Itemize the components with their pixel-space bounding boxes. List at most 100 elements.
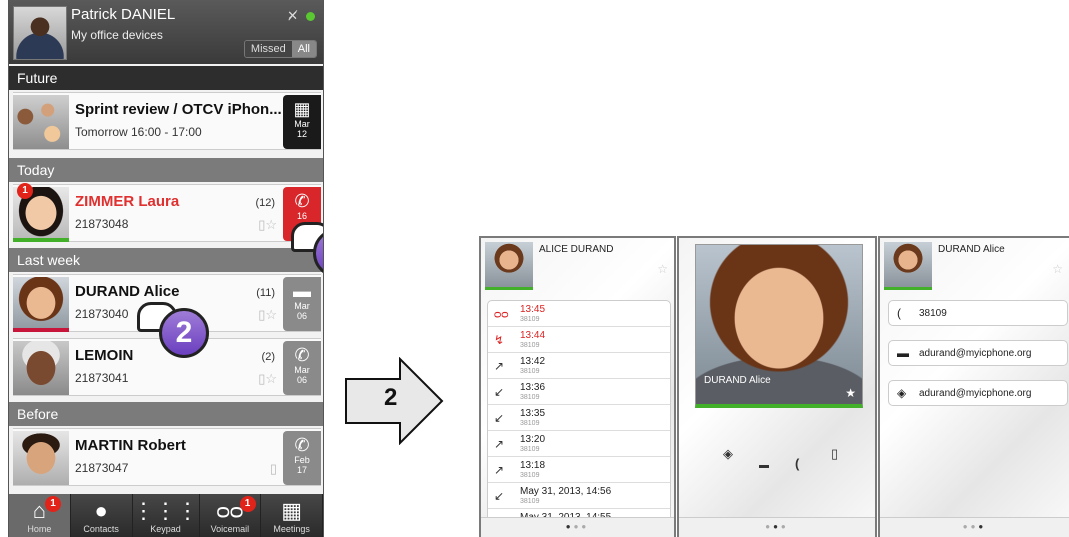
voicemail-badge: 1 (239, 496, 256, 512)
call-button[interactable]: ✆ Feb 17 (283, 431, 321, 485)
chat-icon: ▬ (293, 281, 311, 301)
page-indicator[interactable]: ●●● (880, 522, 1069, 531)
outgoing-call-icon: ✆ (294, 435, 310, 455)
user-name: Patrick DANIEL (71, 6, 176, 23)
keypad-icon: ⋮⋮⋮ (132, 498, 199, 523)
mute-icon[interactable]: ✕̸ (287, 8, 298, 24)
outgoing-call-icon: ↗ (494, 437, 505, 451)
contact-name: DURAND Alice (704, 375, 771, 386)
contact-photo (485, 242, 533, 290)
contact-name: DURAND Alice (938, 244, 1005, 255)
incoming-call-icon: ↙ (494, 385, 505, 399)
home-badge: 1 (45, 496, 61, 512)
list-item[interactable]: ↙ 13:35 38109 (488, 405, 670, 431)
filter-missed[interactable]: Missed (244, 41, 292, 57)
list-item[interactable]: ↗ 13:42 38109 (488, 353, 670, 379)
outgoing-call-icon: ↗ (494, 463, 505, 477)
phone-field[interactable]: ( 38109 (888, 300, 1068, 326)
missed-call-icon: ✆ (294, 191, 310, 211)
list-item[interactable]: ᴑᴑ 13:45 38109 (488, 301, 670, 327)
call-count: (2) (261, 351, 275, 363)
section-before: Before (9, 402, 323, 426)
email-icon: ◈ (897, 386, 907, 400)
device-star-icons[interactable]: ▯☆ (258, 371, 277, 387)
email-icon[interactable]: ◈ (723, 446, 733, 462)
user-avatar[interactable] (13, 6, 67, 60)
contact-history-screen: ALICE DURAND ☆ ᴑᴑ 13:45 38109 ↯ 13:44 38… (479, 236, 676, 537)
filter-all[interactable]: All (291, 41, 316, 57)
device-star-icons[interactable]: ▯☆ (258, 217, 277, 233)
list-item[interactable]: ↙ May 31, 2013, 14:56 38109 (488, 483, 670, 509)
contact-number: 21873041 (75, 371, 129, 385)
list-item[interactable]: ZIMMER Laura 21873048 (12) ▯☆ ✆ 16 (13, 184, 321, 242)
device-star-icons[interactable]: ▯☆ (258, 307, 277, 323)
tab-home[interactable]: ⌂ Home 1 (9, 494, 71, 537)
contact-name: ALICE DURAND (539, 244, 614, 255)
group-photo (13, 95, 69, 149)
meeting-time: Tomorrow 16:00 - 17:00 (75, 125, 202, 139)
star-icon[interactable]: ★ (845, 386, 856, 400)
list-item[interactable]: ↙ 13:36 38109 (488, 379, 670, 405)
pointer-hand-1: 1 (291, 222, 323, 278)
tab-contacts[interactable]: ● Contacts (71, 494, 133, 537)
pointer-hand-2: 2 (137, 302, 209, 358)
incoming-call-icon: ↙ (494, 411, 505, 425)
contact-photo (13, 341, 69, 395)
device-icon[interactable]: ▯ (270, 461, 277, 477)
contact-number: 21873040 (75, 307, 129, 321)
missed-badge: 1 (17, 183, 33, 199)
meetings-icon: ▦ (281, 498, 303, 523)
section-today: Today (9, 158, 323, 182)
star-icon[interactable]: ☆ (1052, 262, 1063, 276)
list-item[interactable]: ↯ 13:44 38109 (488, 327, 670, 353)
mobile-icon[interactable]: ▯ (831, 446, 838, 462)
list-item[interactable]: Sprint review / OTCV iPhon... Tomorrow 1… (13, 92, 321, 150)
meeting-date-button[interactable]: ▦ Mar 12 (283, 95, 321, 149)
list-item[interactable]: ↗ 13:18 38109 (488, 457, 670, 483)
call-count: (11) (256, 287, 275, 299)
contact-photo: DURAND Alice ★ (695, 244, 863, 408)
user-devices[interactable]: My office devices (71, 28, 163, 42)
outgoing-call-icon: ✆ (294, 345, 310, 365)
contact-details-screen: DURAND Alice ☆ ( 38109 ▬ adurand@myicpho… (878, 236, 1069, 537)
user-header: Patrick DANIEL My office devices ✕̸ Miss… (9, 0, 323, 64)
presence-icon (306, 11, 315, 21)
page-indicator[interactable]: ●●● (481, 522, 674, 531)
step-number: 2 (384, 384, 398, 411)
list-item[interactable]: MARTIN Robert 21873047 ▯ ✆ Feb 17 (13, 428, 321, 486)
contact-name: MARTIN Robert (75, 437, 186, 454)
history-filter: Missed All (243, 40, 317, 58)
meeting-title: Sprint review / OTCV iPhon... (75, 101, 282, 118)
tab-keypad[interactable]: ⋮⋮⋮ Keypad (133, 494, 200, 537)
contact-photo (13, 431, 69, 485)
chat-icon: ▬ (897, 346, 909, 360)
outgoing-call-icon: ↗ (494, 359, 505, 373)
page-indicator[interactable]: ●●● (679, 522, 875, 531)
tab-voicemail[interactable]: ᴑᴑ Voicemail 1 (200, 494, 262, 537)
call-count: (12) (255, 197, 275, 209)
voicemail-icon: ᴑᴑ (494, 307, 509, 321)
calendar-icon: ▦ (293, 99, 311, 119)
contact-name: ZIMMER Laura (75, 193, 180, 210)
call-button[interactable]: ✆ Mar 06 (283, 341, 321, 395)
list-item[interactable]: ↗ 13:20 38109 (488, 431, 670, 457)
contact-photo (13, 277, 69, 331)
message-button[interactable]: ▬ Mar 06 (283, 277, 321, 331)
contact-number: 21873048 (75, 217, 129, 231)
phone-icon[interactable]: ( (795, 456, 799, 471)
contacts-icon: ● (94, 498, 108, 523)
missed-call-icon: ↯ (494, 333, 505, 347)
im-field[interactable]: ▬ adurand@myicphone.org (888, 340, 1068, 366)
contact-number: 21873047 (75, 461, 129, 475)
chat-icon[interactable]: ▬ (759, 460, 769, 471)
contact-photo (884, 242, 932, 290)
section-future: Future (9, 66, 323, 90)
section-last-week: Last week (9, 248, 323, 272)
star-icon[interactable]: ☆ (657, 262, 668, 276)
contact-name: LEMOIN (75, 347, 134, 364)
tab-meetings[interactable]: ▦ Meetings (261, 494, 323, 537)
contact-card-screen: DURAND Alice ★ ◈ ▬ ( ▯ ●●● (677, 236, 877, 537)
call-history-list: ᴑᴑ 13:45 38109 ↯ 13:44 38109 ↗ 13:42 381… (487, 300, 671, 530)
home-screen: Patrick DANIEL My office devices ✕̸ Miss… (8, 0, 324, 537)
email-field[interactable]: ◈ adurand@myicphone.org (888, 380, 1068, 406)
